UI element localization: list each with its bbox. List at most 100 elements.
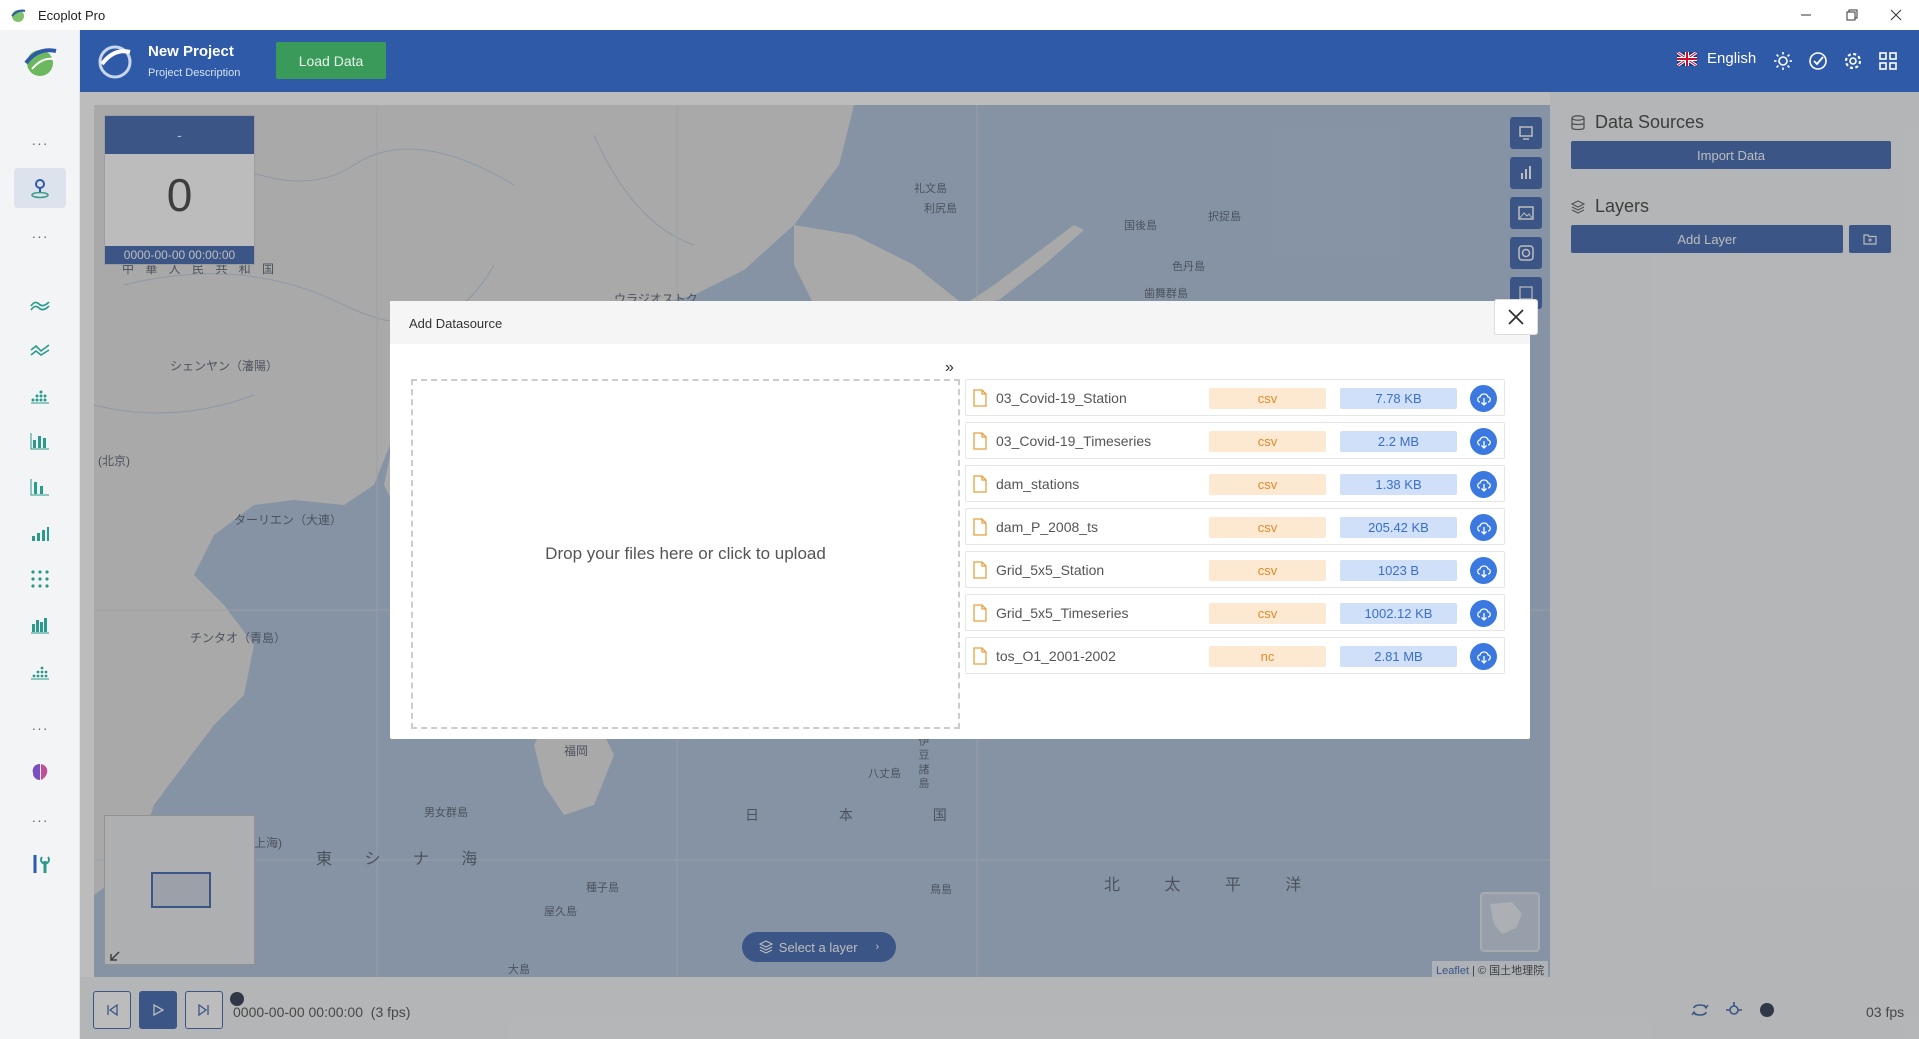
file-icon <box>973 604 987 622</box>
file-type-badge: csv <box>1209 560 1326 581</box>
cloud-download-icon <box>1476 607 1491 621</box>
settings-gear-icon[interactable] <box>1843 51 1863 71</box>
file-icon <box>973 518 987 536</box>
file-row[interactable]: Grid_5x5_Timeseries csv 1002.12 KB <box>965 594 1505 631</box>
sidebar-item-dot-matrix[interactable] <box>14 651 66 691</box>
file-name: Grid_5x5_Timeseries <box>996 605 1129 621</box>
file-row[interactable]: tos_O1_2001-2002 nc 2.81 MB <box>965 637 1505 674</box>
signal-bars-icon <box>32 527 49 541</box>
download-button[interactable] <box>1470 514 1497 541</box>
sidebar-item-brain[interactable] <box>14 752 66 792</box>
sidebar-item-multi-line[interactable] <box>14 329 66 369</box>
file-row[interactable]: 03_Covid-19_Timeseries csv 2.2 MB <box>965 422 1505 459</box>
close-window-button[interactable] <box>1873 0 1919 30</box>
dialog-header: Add Datasource <box>390 301 1530 344</box>
title-bar: Ecoplot Pro <box>0 0 1919 30</box>
sidebar-item-histogram[interactable] <box>14 605 66 645</box>
file-icon <box>973 389 987 407</box>
dot-grid-icon <box>31 570 49 588</box>
scatter-chart-icon <box>31 390 49 404</box>
file-type-badge: csv <box>1209 603 1326 624</box>
download-button[interactable] <box>1470 428 1497 455</box>
tools-icon <box>33 855 50 873</box>
minimize-button[interactable] <box>1783 0 1829 30</box>
cloud-download-icon <box>1476 650 1491 664</box>
load-data-button[interactable]: Load Data <box>276 42 386 79</box>
file-size-badge: 1002.12 KB <box>1340 603 1457 624</box>
file-icon <box>973 475 987 493</box>
check-circle-icon[interactable] <box>1808 51 1828 71</box>
window-title: Ecoplot Pro <box>38 7 106 23</box>
expand-toggle[interactable]: » <box>945 359 954 377</box>
line-chart-icon <box>30 301 50 311</box>
download-button[interactable] <box>1470 385 1497 412</box>
project-description[interactable]: Project Description <box>148 67 240 79</box>
sidebar-item-dot-grid[interactable] <box>14 559 66 599</box>
close-icon <box>1508 309 1524 325</box>
dropzone-text: Drop your files here or click to upload <box>545 544 826 563</box>
file-icon <box>973 561 987 579</box>
minimize-icon <box>1801 14 1811 16</box>
restore-button[interactable] <box>1829 0 1875 30</box>
file-row[interactable]: Grid_5x5_Station csv 1023 B <box>965 551 1505 588</box>
brain-icon <box>32 764 48 780</box>
bar-chart-icon <box>30 433 49 450</box>
file-size-badge: 205.42 KB <box>1340 517 1457 538</box>
sidebar-item-column-chart[interactable] <box>14 467 66 507</box>
close-dialog-button[interactable] <box>1494 299 1538 335</box>
file-name: dam_stations <box>996 476 1080 492</box>
sidebar-item-bar-chart[interactable] <box>14 421 66 461</box>
file-type-badge: csv <box>1209 431 1326 452</box>
sidebar-separator: ··· <box>31 135 49 151</box>
restore-icon <box>1846 9 1858 21</box>
project-logo-icon <box>98 45 132 79</box>
cloud-download-icon <box>1476 478 1491 492</box>
download-button[interactable] <box>1470 643 1497 670</box>
file-name: Grid_5x5_Station <box>996 562 1105 578</box>
download-button[interactable] <box>1470 471 1497 498</box>
cloud-download-icon <box>1476 392 1491 406</box>
histogram-icon <box>31 618 49 634</box>
sidebar-item-line-chart[interactable] <box>14 283 66 323</box>
sidebar-item-signal-bars[interactable] <box>14 513 66 553</box>
file-size-badge: 1023 B <box>1340 560 1457 581</box>
sidebar-separator: ··· <box>31 228 49 244</box>
file-dropzone[interactable]: Drop your files here or click to upload <box>411 379 960 729</box>
brand-logo-icon <box>24 48 57 76</box>
sidebar-item-scatter[interactable] <box>14 375 66 415</box>
file-type-badge: nc <box>1209 646 1326 667</box>
file-icon <box>973 647 987 665</box>
download-button[interactable] <box>1470 557 1497 584</box>
left-sidebar: ··· ··· ··· ··· <box>0 30 80 1039</box>
project-title[interactable]: New Project <box>148 43 234 60</box>
sidebar-item-tools[interactable] <box>14 844 66 884</box>
file-row[interactable]: dam_P_2008_ts csv 205.42 KB <box>965 508 1505 545</box>
file-type-badge: csv <box>1209 474 1326 495</box>
file-name: tos_O1_2001-2002 <box>996 648 1116 664</box>
language-selector[interactable]: English <box>1677 50 1756 67</box>
theme-sun-icon[interactable] <box>1773 51 1793 71</box>
file-row[interactable]: dam_stations csv 1.38 KB <box>965 465 1505 502</box>
file-type-badge: csv <box>1209 388 1326 409</box>
cloud-download-icon <box>1476 564 1491 578</box>
file-type-badge: csv <box>1209 517 1326 538</box>
sidebar-item-map[interactable] <box>14 168 66 208</box>
file-row[interactable]: 03_Covid-19_Station csv 7.78 KB <box>965 379 1505 416</box>
language-label: English <box>1707 50 1757 67</box>
cloud-download-icon <box>1476 521 1491 535</box>
app-logo-icon <box>11 9 26 22</box>
file-size-badge: 2.81 MB <box>1340 646 1457 667</box>
download-button[interactable] <box>1470 600 1497 627</box>
map-pin-icon <box>31 179 49 199</box>
column-chart-icon <box>30 479 49 496</box>
sidebar-separator: ··· <box>31 720 49 736</box>
file-size-badge: 2.2 MB <box>1340 431 1457 452</box>
file-name: 03_Covid-19_Timeseries <box>996 433 1152 449</box>
dot-matrix-icon <box>31 666 49 680</box>
add-datasource-dialog: Add Datasource » Drop your files here or… <box>390 299 1538 739</box>
app-header: New Project Project Description Load Dat… <box>80 30 1919 92</box>
dialog-title: Add Datasource <box>409 316 503 331</box>
close-icon <box>1890 9 1902 21</box>
grid-apps-icon[interactable] <box>1878 51 1898 71</box>
file-name: 03_Covid-19_Station <box>996 390 1127 406</box>
